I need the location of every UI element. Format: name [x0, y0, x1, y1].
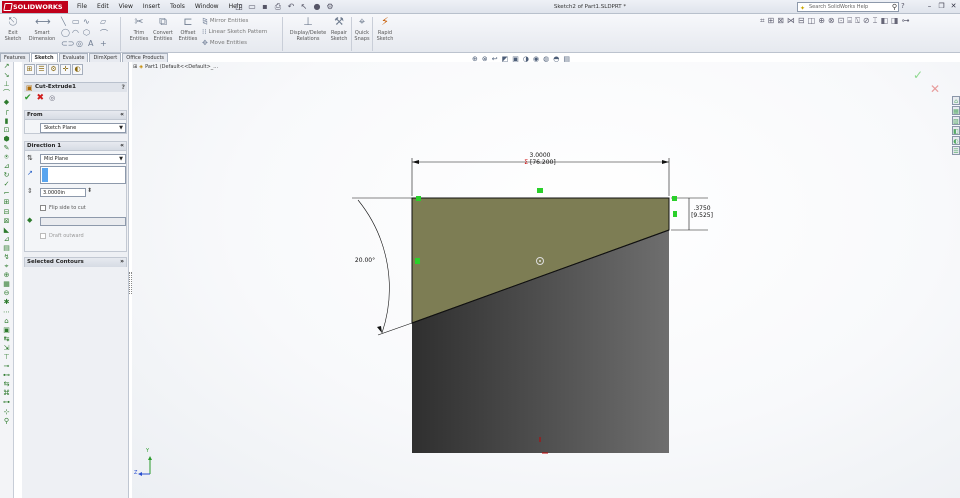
vertical-relation-icon[interactable]: [673, 211, 677, 217]
triad-y-arrow: [148, 456, 152, 460]
angle-value: 20.00°: [354, 257, 376, 264]
offset-mm: [9.525]: [691, 212, 713, 219]
arrowhead: [662, 160, 669, 164]
sketch-geometry: [138, 158, 708, 476]
coincident-relation-icon[interactable]: [672, 196, 677, 201]
arrowhead: [377, 326, 382, 333]
sketch-origin-dot: [539, 260, 541, 262]
vertical-relation-icon[interactable]: [415, 258, 420, 264]
offset-dimension-label[interactable]: .3750 [9.525]: [690, 205, 714, 219]
triad-y-label: Y: [146, 448, 150, 454]
width-mm: [76.200]: [530, 159, 556, 166]
horizontal-relation-icon[interactable]: [537, 188, 543, 193]
angle-dimension-label[interactable]: 20.00°: [352, 257, 378, 264]
dimension-arc-angle[interactable]: [357, 199, 390, 334]
width-dimension-label[interactable]: 3.0000 Σ [76.200]: [524, 152, 556, 166]
offset-inches: .3750: [693, 205, 711, 212]
coincident-relation-icon[interactable]: [416, 196, 421, 201]
triad-z-arrow: [138, 472, 142, 476]
arrowhead: [412, 160, 419, 164]
width-inches: 3.0000: [529, 152, 551, 159]
triad-z-label: Z: [134, 470, 138, 476]
